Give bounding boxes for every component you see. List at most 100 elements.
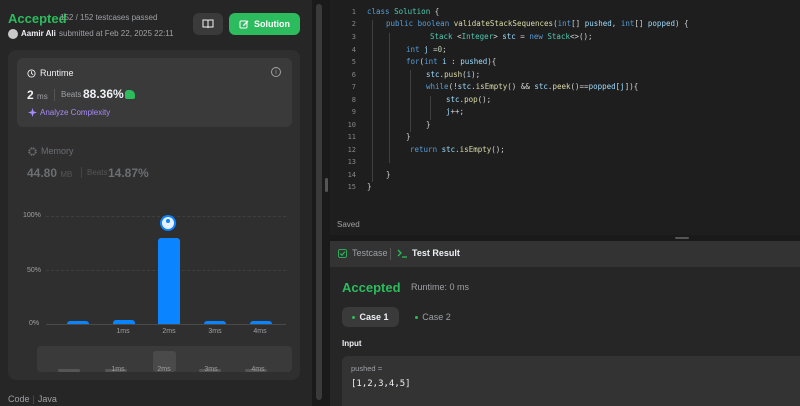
submission-status: Accepted — [8, 11, 67, 26]
line-number: 13 — [347, 158, 356, 166]
mini-bar — [58, 369, 80, 372]
tab-separator — [390, 248, 391, 260]
memory-tab[interactable]: Memory — [28, 146, 74, 156]
analyze-label: Analyze Complexity — [40, 108, 111, 117]
code-line: } — [406, 132, 411, 141]
info-icon[interactable]: i — [271, 67, 281, 77]
code-line: j++; — [446, 107, 465, 116]
chart-bar[interactable] — [113, 320, 135, 324]
terminal-icon — [397, 249, 407, 258]
line-number: 2 — [351, 20, 356, 28]
language-label: Java — [37, 394, 57, 404]
runtime-title-text: Runtime — [40, 68, 74, 78]
code-line: } — [386, 170, 391, 179]
brush-tick-label: 2ms — [157, 366, 171, 373]
case-1-tab[interactable]: Case 1 — [342, 307, 399, 327]
line-number: 10 — [347, 121, 356, 129]
code-language-row: Code | Java — [8, 394, 57, 404]
brush-tick-label: 3ms — [204, 366, 218, 373]
runtime-beats-percent: 88.36% — [83, 87, 124, 101]
case-1-label: Case 1 — [359, 312, 389, 322]
y-tick-label: 100% — [23, 212, 41, 219]
indent-guide — [372, 20, 373, 182]
memory-beats-label: Beats — [87, 168, 108, 177]
line-number: 9 — [351, 108, 356, 116]
chart-bar[interactable] — [158, 238, 180, 324]
line-number: 7 — [351, 83, 356, 91]
tab-testcase-label: Testcase — [352, 248, 388, 258]
chart-bar[interactable] — [250, 321, 272, 324]
case-pass-dot — [415, 315, 419, 319]
line-number: 14 — [347, 171, 356, 179]
code-line: for(int i : pushed){ — [406, 57, 497, 66]
tab-testcase[interactable]: Testcase — [338, 248, 388, 258]
memory-beats-percent: 14.87% — [108, 166, 149, 180]
testcases-passed: 152 / 152 testcases passed — [60, 13, 158, 22]
resize-grip — [325, 178, 328, 192]
hand-icon — [125, 90, 135, 99]
line-number: 1 — [351, 8, 356, 16]
code-label: Code — [8, 394, 30, 404]
input-label: Input — [342, 339, 362, 348]
analyze-complexity-link[interactable]: Analyze Complexity — [28, 108, 110, 117]
line-number: 15 — [347, 183, 356, 191]
your-submission-avatar[interactable] — [160, 215, 176, 231]
clock-icon — [27, 68, 36, 78]
line-number: 4 — [351, 46, 356, 54]
code-line: public boolean validateStackSequences(in… — [386, 19, 689, 28]
chart-baseline — [46, 324, 286, 325]
scrollbar-thumb[interactable] — [316, 4, 322, 400]
test-result-status: Accepted — [342, 280, 401, 295]
line-number: 3 — [351, 33, 356, 41]
brush-tick-label: 1ms — [111, 366, 125, 373]
book-icon — [202, 19, 214, 29]
line-number: 12 — [347, 146, 356, 154]
chart-bar[interactable] — [204, 321, 226, 324]
x-tick-label: 3ms — [208, 328, 222, 335]
x-tick-label: 2ms — [162, 328, 176, 335]
solution-label: Solution — [254, 19, 290, 29]
case-pass-dot — [352, 315, 356, 319]
y-tick-label: 50% — [27, 267, 42, 274]
chart-bar[interactable] — [67, 321, 89, 324]
resize-grip — [675, 237, 689, 239]
indent-guide — [389, 33, 390, 163]
memory-chip-icon — [28, 146, 37, 156]
x-tick-label: 4ms — [253, 328, 267, 335]
code-line: Stack <Integer> stc = new Stack<>(); — [430, 32, 593, 41]
runtime-value: 2 ms — [27, 88, 48, 102]
brush-tick-label: 4ms — [251, 366, 265, 373]
code-line: return stc.isEmpty(); — [410, 145, 505, 154]
code-line: stc.pop(); — [446, 95, 492, 104]
app-root: Accepted 152 / 152 testcases passed Solu… — [0, 0, 800, 406]
tab-test-result[interactable]: Test Result — [397, 248, 460, 258]
author-avatar[interactable] — [8, 29, 18, 39]
test-result-runtime: Runtime: 0 ms — [411, 282, 470, 292]
code-line: } — [426, 120, 431, 129]
memory-separator — [81, 167, 82, 178]
save-status: Saved — [337, 220, 360, 229]
x-tick-label: 1ms — [116, 328, 130, 335]
code-line: while(!stc.isEmpty() && stc.peek()==popp… — [426, 82, 639, 91]
input-param-name: pushed = — [351, 364, 383, 373]
input-box — [342, 356, 800, 406]
editorial-button[interactable] — [193, 13, 223, 35]
indent-guide — [430, 96, 431, 120]
indent-guide — [410, 70, 411, 132]
line-number: 11 — [347, 133, 356, 141]
left-scrollbar[interactable] — [315, 0, 323, 406]
y-tick-label: 0% — [29, 320, 40, 327]
line-number: 8 — [351, 96, 356, 104]
case-2-label: Case 2 — [422, 312, 451, 322]
solution-button[interactable]: Solution — [229, 13, 300, 35]
author-name[interactable]: Aamir Ali — [21, 29, 56, 38]
case-2-tab[interactable]: Case 2 — [407, 307, 459, 327]
code-line: int j =0; — [406, 45, 447, 54]
line-number: 5 — [351, 58, 356, 66]
runtime-title: Runtime — [27, 68, 74, 78]
code-line: stc.push(i); — [426, 70, 481, 79]
code-line: } — [367, 182, 372, 191]
input-param-value: [1,2,3,4,5] — [351, 379, 411, 389]
memory-title-text: Memory — [41, 146, 74, 156]
tab-test-result-label: Test Result — [412, 248, 460, 258]
